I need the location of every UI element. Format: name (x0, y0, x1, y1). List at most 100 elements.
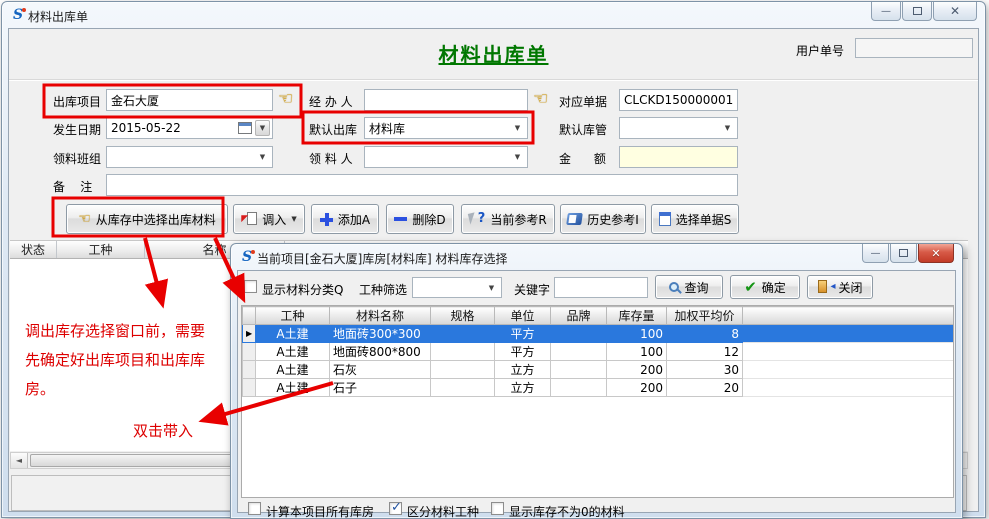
nonzero-checkbox[interactable] (491, 502, 504, 515)
close-dialog-button[interactable]: ◂ 关闭 (807, 275, 873, 299)
dialog-minimize-button[interactable]: — (862, 244, 889, 263)
cell[interactable]: 立方 (495, 361, 551, 379)
calc-all-label: 计算本项目所有库房 (266, 503, 374, 519)
cell[interactable]: A土建 (256, 361, 330, 379)
cell[interactable]: A土建 (256, 379, 330, 397)
chevron-down-icon[interactable]: ▼ (484, 280, 499, 295)
amount-field[interactable] (619, 146, 738, 168)
cell[interactable]: 平方 (495, 343, 551, 361)
out-project-field[interactable]: 金石大厦 (106, 89, 273, 111)
column-header-trade[interactable]: 工种 (57, 241, 145, 258)
cell[interactable]: 20 (667, 379, 743, 397)
cell[interactable]: 30 (667, 361, 743, 379)
column-header[interactable]: 材料名称 (330, 307, 431, 325)
doc-field[interactable]: CLCKD150000001 (619, 89, 738, 111)
cell[interactable] (551, 343, 607, 361)
dialog-close-button[interactable]: ✕ (918, 244, 954, 263)
keyword-label: 关键字 (514, 281, 550, 298)
current-ref-label: 当前参考R (490, 211, 546, 228)
operator-field[interactable] (364, 89, 528, 111)
cell[interactable]: 200 (607, 361, 667, 379)
chevron-down-icon: ▼ (291, 215, 296, 223)
table-row[interactable]: A土建 地面砖800*800 平方 100 12 (243, 343, 955, 361)
dialog-maximize-button[interactable] (890, 244, 917, 263)
show-category-checkbox[interactable] (244, 280, 257, 293)
pick-from-stock-button[interactable]: ☜ 从库存中选择出库材料 (66, 204, 228, 234)
cursor-question-icon: ? (469, 212, 485, 227)
call-in-button[interactable]: ◤ 调入 ▼ (233, 204, 305, 234)
cell[interactable] (431, 361, 495, 379)
cell[interactable]: 8 (667, 325, 743, 343)
cell[interactable]: 200 (607, 379, 667, 397)
calendar-icon[interactable] (238, 122, 252, 134)
scroll-left-button[interactable]: ◄ (11, 453, 28, 468)
dialog-titlebar[interactable]: S 当前项目[金石大厦]库房[材料库] 材料库存选择 — ✕ (231, 244, 962, 270)
current-ref-button[interactable]: ? 当前参考R (461, 204, 555, 234)
table-row[interactable]: A土建 石子 立方 200 20 (243, 379, 955, 397)
minimize-button[interactable]: — (871, 2, 901, 21)
close-button[interactable]: ✕ (933, 2, 977, 21)
main-titlebar[interactable]: S 材料出库单 — ✕ (2, 2, 985, 28)
query-button[interactable]: 查询 (655, 275, 723, 299)
stock-select-dialog: S 当前项目[金石大厦]库房[材料库] 材料库存选择 — ✕ 显示材料分类Q 工… (230, 243, 963, 519)
cell[interactable]: 地面砖300*300 (330, 325, 431, 343)
chevron-down-icon[interactable]: ▼ (255, 149, 270, 165)
default-out-combo[interactable]: 材料库 ▼ (364, 117, 528, 139)
plus-icon (320, 213, 333, 226)
header-divider (9, 79, 978, 81)
chevron-down-icon[interactable]: ▼ (510, 149, 525, 165)
column-header[interactable]: 规格 (431, 307, 495, 325)
cell[interactable]: 平方 (495, 325, 551, 343)
remark-label: 备 注 (53, 178, 92, 195)
history-ref-button[interactable]: 历史参考I (560, 204, 646, 234)
column-header[interactable]: 单位 (495, 307, 551, 325)
cell[interactable] (431, 325, 495, 343)
keeper-label: 默认库管 (559, 121, 607, 138)
chevron-down-icon[interactable]: ▼ (510, 120, 525, 136)
delete-button[interactable]: 删除D (386, 204, 454, 234)
cell[interactable]: A土建 (256, 343, 330, 361)
add-button[interactable]: 添加A (311, 204, 379, 234)
keeper-combo[interactable]: ▼ (619, 117, 738, 139)
main-window-title: 材料出库单 (28, 8, 88, 25)
amount-label: 金 额 (559, 150, 606, 167)
cell[interactable]: 石灰 (330, 361, 431, 379)
cell[interactable] (551, 361, 607, 379)
column-header[interactable]: 品牌 (551, 307, 607, 325)
cell[interactable] (551, 379, 607, 397)
cell-filler (743, 343, 955, 361)
maximize-button[interactable] (902, 2, 932, 21)
chevron-down-icon[interactable]: ▼ (255, 120, 270, 136)
split-trade-checkbox[interactable] (389, 502, 402, 515)
date-field[interactable]: 2015-05-22 ▼ (106, 117, 273, 139)
column-header-status[interactable]: 状态 (10, 241, 57, 258)
column-header[interactable]: 加权平均价 (667, 307, 743, 325)
cell[interactable]: 100 (607, 343, 667, 361)
cell[interactable] (431, 343, 495, 361)
picker-combo[interactable]: ▼ (364, 146, 528, 168)
team-combo[interactable]: ▼ (106, 146, 273, 168)
calc-all-checkbox[interactable] (248, 502, 261, 515)
chevron-down-icon[interactable]: ▼ (720, 120, 735, 136)
remark-field[interactable] (106, 174, 738, 196)
cell[interactable]: A土建 (256, 325, 330, 343)
user-no-field[interactable] (855, 38, 973, 58)
ok-button[interactable]: ✔ 确定 (730, 275, 800, 299)
column-header[interactable]: 库存量 (607, 307, 667, 325)
keyword-input[interactable] (554, 277, 648, 298)
trade-filter-combo[interactable]: ▼ (412, 277, 502, 298)
cell[interactable]: 石子 (330, 379, 431, 397)
cell[interactable]: 地面砖800*800 (330, 343, 431, 361)
column-header[interactable]: 工种 (256, 307, 330, 325)
cell[interactable] (551, 325, 607, 343)
table-row[interactable]: A土建 石灰 立方 200 30 (243, 361, 955, 379)
cell[interactable]: 12 (667, 343, 743, 361)
cell[interactable]: 立方 (495, 379, 551, 397)
hand-picker-icon[interactable]: ☜ (533, 89, 548, 109)
hand-picker-icon[interactable]: ☜ (278, 89, 293, 109)
table-row[interactable]: ▶ A土建 地面砖300*300 平方 100 8 (243, 325, 955, 343)
select-doc-button[interactable]: 选择单据S (651, 204, 739, 234)
cell[interactable] (431, 379, 495, 397)
cell[interactable]: 100 (607, 325, 667, 343)
row-selector (243, 379, 256, 397)
